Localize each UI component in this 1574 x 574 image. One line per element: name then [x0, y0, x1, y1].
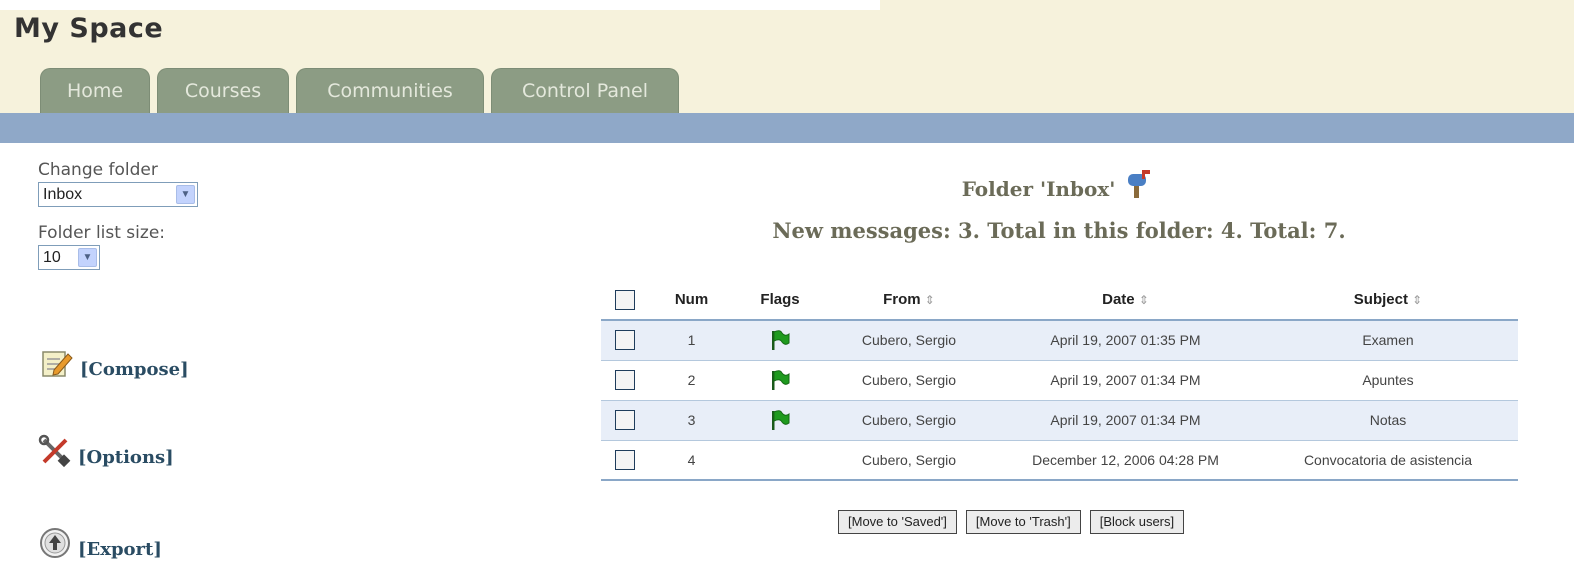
compose-icon [42, 351, 73, 377]
list-size-value: 10 [43, 249, 61, 266]
message-num: 2 [648, 360, 735, 401]
mailbox-icon [1128, 170, 1151, 198]
column-header-subject[interactable]: Subject ⇕ [1258, 280, 1518, 321]
sort-icon: ⇕ [1412, 293, 1423, 307]
table-row[interactable]: 4 Cubero, Sergio December 12, 2006 04:28… [601, 440, 1518, 481]
message-counts: New messages: 3. Total in this folder: 4… [772, 218, 1346, 243]
table-row[interactable]: 3 Cubero, Sergio April 19, 2007 01:34 PM… [601, 400, 1518, 441]
tab-communities[interactable]: Communities [296, 68, 484, 113]
row-checkbox[interactable] [614, 370, 635, 390]
message-subject[interactable]: Examen [1258, 320, 1518, 361]
folder-heading-text: Folder 'Inbox' [961, 177, 1116, 201]
row-checkbox[interactable] [614, 330, 635, 351]
bulk-actions: [Move to 'Saved'] [Move to 'Trash'] [Blo… [838, 510, 1185, 534]
column-header-date-label: Date [1102, 291, 1135, 308]
select-all-cell [601, 280, 648, 321]
folder-select-value: Inbox [43, 186, 83, 203]
message-from[interactable]: Cubero, Sergio [825, 400, 993, 441]
message-date: December 12, 2006 04:28 PM [993, 440, 1258, 481]
block-users-button[interactable]: [Block users] [1089, 510, 1185, 534]
move-to-trash-button[interactable]: [Move to 'Trash'] [965, 510, 1081, 534]
message-num: 1 [648, 320, 735, 361]
message-subject[interactable]: Convocatoria de asistencia [1258, 440, 1518, 481]
compose-action[interactable]: [Compose] [40, 346, 189, 380]
flag-icon [772, 410, 790, 430]
row-checkbox[interactable] [614, 410, 635, 430]
chevron-down-icon: ▼ [78, 248, 97, 267]
list-size-label: Folder list size: [38, 223, 166, 243]
folder-select[interactable]: Inbox ▼ [38, 182, 198, 207]
export-icon [40, 528, 70, 558]
nav-divider-bar [0, 113, 1574, 143]
compose-link[interactable]: [Compose] [80, 359, 189, 380]
message-from[interactable]: Cubero, Sergio [825, 320, 993, 361]
tab-control-panel[interactable]: Control Panel [491, 68, 679, 113]
column-header-from-label: From [883, 291, 921, 308]
message-date: April 19, 2007 01:34 PM [993, 360, 1258, 401]
options-action[interactable]: [Options] [38, 434, 174, 468]
folder-heading: Folder 'Inbox' [600, 170, 1518, 201]
flag-icon [772, 370, 790, 390]
column-header-subject-label: Subject [1353, 291, 1408, 308]
tab-courses[interactable]: Courses [157, 68, 289, 113]
message-from[interactable]: Cubero, Sergio [825, 360, 993, 401]
sort-icon: ⇕ [1138, 293, 1149, 307]
tab-bar: Home Courses Communities Control Panel [40, 68, 679, 113]
tab-home[interactable]: Home [40, 68, 150, 113]
chevron-down-icon: ▼ [176, 185, 195, 204]
message-num: 4 [648, 440, 735, 481]
flag-cell-empty [735, 440, 825, 481]
sort-icon: ⇕ [924, 293, 935, 307]
header: My Space Home Courses Communities Contro… [0, 0, 1574, 113]
message-date: April 19, 2007 01:34 PM [993, 400, 1258, 441]
message-from[interactable]: Cubero, Sergio [825, 440, 993, 481]
export-link[interactable]: [Export] [78, 539, 162, 560]
select-all-checkbox[interactable] [614, 289, 635, 310]
move-to-saved-button[interactable]: [Move to 'Saved'] [838, 510, 957, 534]
sidebar: Change folder Inbox ▼ Folder list size: … [38, 160, 298, 270]
change-folder-label: Change folder [38, 160, 158, 180]
tools-icon [38, 434, 71, 468]
page-title: My Space [14, 13, 164, 44]
column-header-from[interactable]: From ⇕ [825, 280, 993, 321]
message-num: 3 [648, 400, 735, 441]
column-header-date[interactable]: Date ⇕ [993, 280, 1258, 321]
table-row[interactable]: 2 Cubero, Sergio April 19, 2007 01:34 PM… [601, 360, 1518, 401]
table-row[interactable]: 1 Cubero, Sergio April 19, 2007 01:35 PM… [601, 320, 1518, 361]
export-action[interactable]: [Export] [38, 526, 162, 560]
column-header-num: Num [648, 280, 735, 321]
table-header-row: Num Flags From ⇕ Date ⇕ Subject ⇕ [601, 280, 1518, 321]
options-link[interactable]: [Options] [78, 447, 174, 468]
flag-icon [772, 330, 790, 351]
message-subject[interactable]: Apuntes [1258, 360, 1518, 401]
header-top-strip [0, 0, 880, 10]
message-subject[interactable]: Notas [1258, 400, 1518, 441]
message-table: Num Flags From ⇕ Date ⇕ Subject ⇕ 1 Cube… [601, 280, 1518, 481]
row-checkbox[interactable] [614, 449, 635, 470]
list-size-select[interactable]: 10 ▼ [38, 245, 100, 270]
column-header-flags: Flags [735, 280, 825, 321]
message-date: April 19, 2007 01:35 PM [993, 320, 1258, 361]
